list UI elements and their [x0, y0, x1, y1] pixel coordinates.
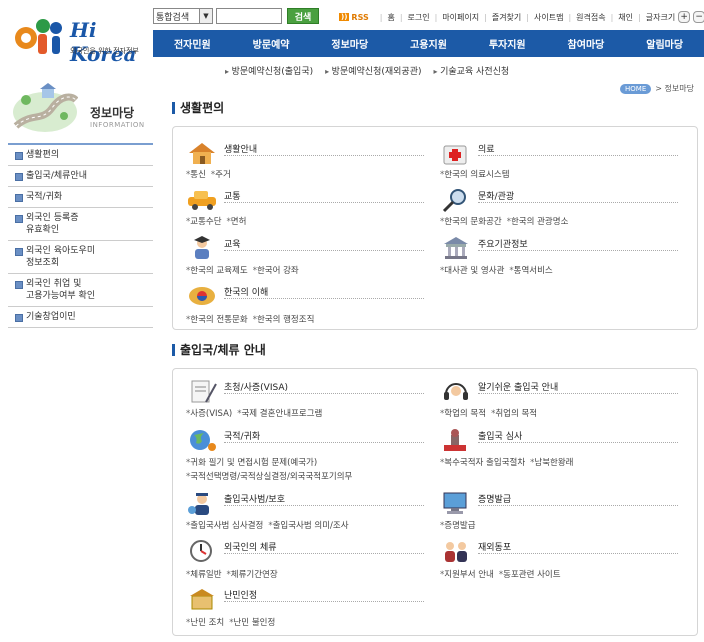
link-housing[interactable]: 주거 [211, 170, 231, 180]
util-link-login[interactable]: 로그인 [408, 12, 430, 23]
link-embassy[interactable]: 대사관 및 영사관 [440, 266, 504, 276]
sidebar-title: 정보마당 [90, 106, 135, 120]
sidebar-item-childcare-helper[interactable]: 외국인 육아도우미 정보조회 [8, 241, 153, 274]
car-icon [188, 191, 216, 210]
link-nationality-choice[interactable]: 국적선택명령/국적상실결정/외국국적포기의무 [186, 472, 352, 482]
sidebar-item-registration-check[interactable]: 외국인 등록증 유효확인 [8, 208, 153, 241]
sidebar-subtitle: INFORMATION [90, 121, 145, 129]
sidebar-item-living[interactable]: 생활편의 [8, 145, 153, 166]
link-multiple-nationality[interactable]: 복수국적자 출입국절차 [440, 458, 525, 468]
student-icon [194, 236, 210, 259]
gnb-item-visit-reservation[interactable]: 방문예약 [232, 30, 311, 57]
breadcrumb-current: 정보마당 [664, 84, 694, 93]
link-korea-medical[interactable]: 한국의 의료시스템 [440, 170, 510, 180]
clock-icon [190, 540, 212, 562]
util-link-remote[interactable]: 원격접속 [576, 12, 605, 23]
search-scope-value: 통합검색 [156, 12, 190, 23]
link-visa[interactable]: 사증(VISA) [186, 409, 232, 419]
util-link-home[interactable]: 홈 [387, 12, 394, 23]
search-bar: 통합검색 ▼ 검색 [153, 8, 319, 24]
gnb-item-participation[interactable]: 참여마당 [547, 30, 626, 57]
stamp-icon [444, 429, 466, 451]
link-telecom[interactable]: 통신 [186, 170, 206, 180]
subnav-link-visit-embassy[interactable]: 방문예약신청(재외공관) [325, 64, 422, 77]
breadcrumb: HOME > 정보마당 [620, 83, 694, 94]
link-admin-org[interactable]: 한국의 행정조직 [253, 315, 315, 325]
sidebar-item-nationality[interactable]: 국적/귀화 [8, 187, 153, 208]
people-icon [445, 542, 467, 562]
search-scope-select[interactable]: 통합검색 ▼ [153, 8, 213, 24]
main-navigation: 전자민원 방문예약 정보마당 고용지원 투자지원 참여마당 알림마당 [153, 30, 704, 57]
sub-navigation: 방문예약신청(출입국) 방문예약신청(재외공관) 기술교육 사전신청 [225, 64, 510, 77]
link-culture-space[interactable]: 한국의 문화공간 [440, 217, 502, 227]
sidebar-item-employment-check[interactable]: 외국인 취업 및 고용가능여부 확인 [8, 274, 153, 307]
house-icon [189, 143, 215, 164]
link-violation-investigation[interactable]: 출입국사범 의미/조사 [268, 521, 348, 531]
logo-text: Hi Korea [70, 18, 137, 66]
util-link-rss[interactable]: RSS [351, 13, 368, 22]
gnb-item-information[interactable]: 정보마당 [310, 30, 389, 57]
sidebar-item-immigration[interactable]: 출입국/체류안내 [8, 166, 153, 187]
gnb-item-notice[interactable]: 알림마당 [625, 30, 704, 57]
site-logo[interactable]: Hi Korea 외국인을 위한 전자정부 [14, 14, 144, 66]
logo-tagline: 외국인을 위한 전자정부 [70, 47, 139, 55]
link-study-purpose[interactable]: 학업의 목적 [440, 409, 486, 419]
link-transport-means[interactable]: 교통수단 [186, 217, 222, 227]
util-link-mypage[interactable]: 마이페이지 [442, 12, 479, 23]
section-title-immigration: 출입국/체류 안내 [172, 341, 266, 358]
subnav-link-tech-education[interactable]: 기술교육 사전신청 [434, 64, 509, 77]
medical-kit-icon [443, 145, 467, 165]
gnb-item-investment[interactable]: 투자지원 [468, 30, 547, 57]
link-work-purpose[interactable]: 취업의 목적 [491, 409, 537, 419]
gnb-item-e-civil[interactable]: 전자민원 [153, 30, 232, 57]
link-refugee-denial[interactable]: 난민 불인정 [229, 618, 275, 628]
link-certificate-issue[interactable]: 증명발급 [440, 521, 476, 531]
sidebar-item-tech-startup[interactable]: 기술창업이민 [8, 307, 153, 328]
road-illustration-icon [13, 83, 78, 132]
globe-icon [190, 430, 216, 451]
link-license[interactable]: 면허 [227, 217, 247, 227]
link-refugee-measures[interactable]: 난민 조치 [186, 618, 224, 628]
hi-korea-logo-icon [15, 19, 62, 54]
util-link-sitemap[interactable]: 사이트맵 [534, 12, 563, 23]
link-interpretation[interactable]: 통역서비스 [509, 266, 552, 276]
section-title-living: 생활편의 [172, 99, 224, 116]
sidebar-menu: 생활편의 출입국/체류안내 국적/귀화 외국인 등록증 유효확인 외국인 육아도우… [8, 143, 153, 328]
util-link-favorites[interactable]: 즐겨찾기 [492, 12, 521, 23]
visa-document-icon [191, 380, 217, 403]
building-icon [444, 237, 468, 259]
font-size-plus-button[interactable]: + [678, 11, 691, 23]
font-size-minus-button[interactable]: − [693, 11, 704, 23]
util-label-font-size: 글자크기 [645, 12, 676, 22]
link-naturalization-exam[interactable]: 귀화 필기 및 면접시험 문제(예국가) [186, 458, 317, 468]
link-korean-course[interactable]: 한국어 강좌 [253, 266, 299, 276]
util-link-color[interactable]: 채인 [618, 12, 633, 23]
korea-icon [189, 287, 215, 305]
magnifier-icon [442, 189, 466, 213]
link-stay-extension[interactable]: 체류기간연장 [227, 570, 278, 580]
link-violation-decision[interactable]: 출입국사범 심사결정 [186, 521, 263, 531]
sidebar-header: 정보마당 INFORMATION [8, 82, 153, 140]
refugee-icon [190, 589, 214, 610]
link-tour-spots[interactable]: 한국의 관광명소 [507, 217, 569, 227]
headset-icon [444, 383, 468, 400]
link-education-system[interactable]: 한국의 교육제도 [186, 266, 248, 276]
link-inter-korean[interactable]: 남북한왕래 [530, 458, 573, 468]
link-overseas-sites[interactable]: 동포관련 사이트 [499, 570, 561, 580]
computer-icon [443, 492, 467, 514]
subnav-link-visit-immigration[interactable]: 방문예약신청(출입국) [225, 64, 314, 77]
breadcrumb-home-link[interactable]: HOME [620, 83, 652, 94]
link-marriage-program[interactable]: 국제 결혼안내프로그램 [237, 409, 322, 419]
utility-links: )) RSS | 홈 | 로그인 | 마이페이지 | 즐겨찾기 | 사이트맵 |… [339, 11, 704, 23]
search-input[interactable] [216, 8, 282, 24]
rss-icon: )) [339, 13, 350, 21]
section-box-living [172, 126, 698, 330]
search-button[interactable]: 검색 [287, 8, 319, 24]
link-stay-general[interactable]: 체류일반 [186, 570, 222, 580]
officer-icon [188, 493, 209, 515]
link-traditional-culture[interactable]: 한국의 전통문화 [186, 315, 248, 325]
link-support-dept[interactable]: 지원부서 안내 [440, 570, 494, 580]
gnb-item-employment[interactable]: 고용지원 [389, 30, 468, 57]
chevron-down-icon: ▼ [199, 9, 212, 23]
